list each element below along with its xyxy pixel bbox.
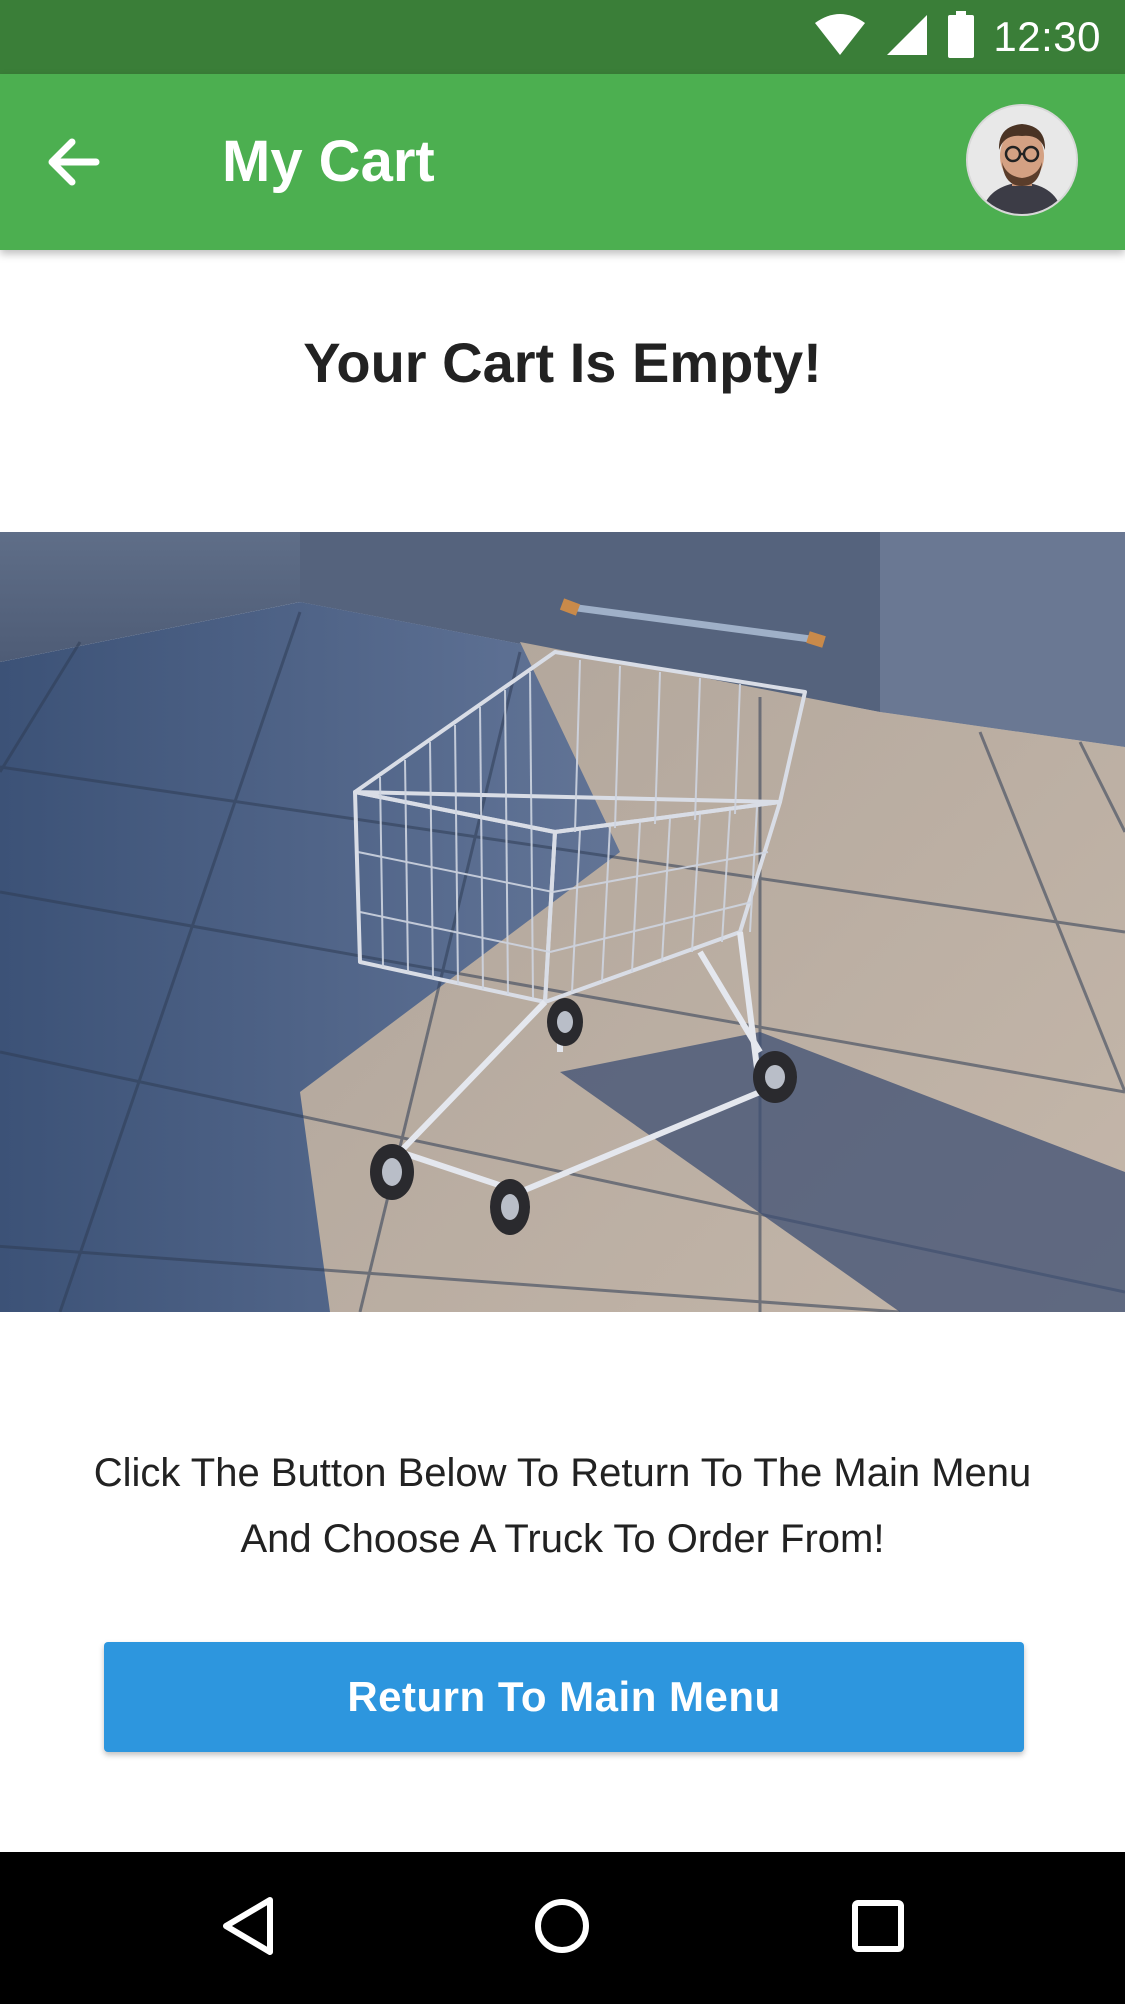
- nav-recents-button[interactable]: [838, 1888, 918, 1968]
- return-to-main-menu-button[interactable]: Return To Main Menu: [104, 1642, 1024, 1752]
- page-title: My Cart: [222, 129, 435, 194]
- signal-icon: [885, 13, 929, 62]
- return-instructions: Click The Button Below To Return To The …: [40, 1440, 1085, 1572]
- empty-cart-heading: Your Cart Is Empty!: [303, 331, 822, 394]
- status-icons: 12:30: [813, 0, 1101, 74]
- empty-cart-image: [0, 532, 1125, 1312]
- recents-square-icon: [850, 1898, 906, 1959]
- home-circle-icon: [532, 1896, 592, 1961]
- status-bar: 12:30: [0, 0, 1125, 74]
- app-bar: My Cart: [0, 74, 1125, 250]
- shopping-cart-photo: [0, 532, 1125, 1312]
- system-nav-bar: [0, 1852, 1125, 2004]
- battery-icon: [947, 10, 975, 64]
- avatar[interactable]: [966, 104, 1078, 216]
- instructions-line-1: Click The Button Below To Return To The …: [93, 1451, 1032, 1495]
- back-triangle-icon: [220, 1896, 276, 1961]
- instructions-line-2: And Choose A Truck To Order From!: [240, 1517, 885, 1561]
- arrow-back-icon: [46, 134, 102, 195]
- back-button[interactable]: [34, 124, 114, 204]
- nav-home-button[interactable]: [522, 1888, 602, 1968]
- status-time: 12:30: [993, 13, 1101, 60]
- wifi-icon: [813, 13, 867, 62]
- nav-back-button[interactable]: [208, 1888, 288, 1968]
- user-avatar-image: [968, 106, 1076, 214]
